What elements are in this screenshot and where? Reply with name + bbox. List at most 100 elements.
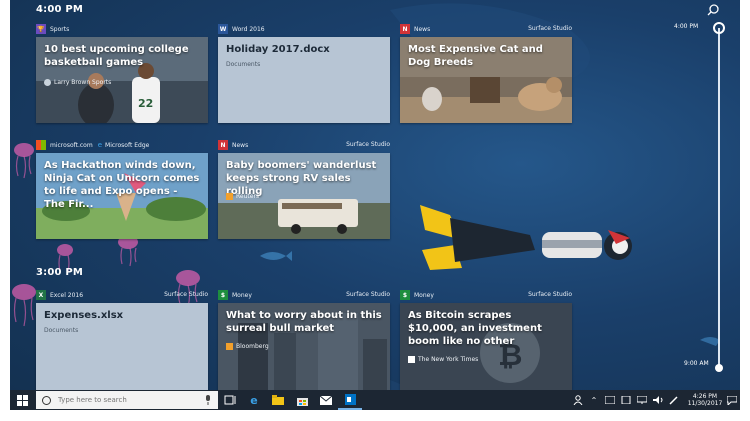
- microsoft-logo-icon: [36, 140, 46, 150]
- device-name: Surface Studio: [164, 291, 208, 298]
- edge-icon: e: [97, 141, 103, 149]
- card-title: What to worry about in this surreal bull…: [226, 310, 382, 334]
- clock-time: 4:26 PM: [692, 393, 718, 400]
- activity-card-hackathon[interactable]: As Hackathon winds down, Ninja Cat on Un…: [36, 153, 208, 239]
- app-name: Word 2016: [232, 25, 265, 33]
- task-view-icon: [224, 395, 236, 405]
- people-icon: [573, 395, 583, 405]
- card-title: As Bitcoin scrapes $10,000, an investmen…: [408, 310, 542, 347]
- taskbar-edge[interactable]: e: [242, 390, 266, 410]
- location-name: Documents: [226, 61, 261, 68]
- card-title: Most Expensive Cat and Dog Breeds: [408, 44, 543, 68]
- section-time-header-1: 4:00 PM: [36, 4, 84, 15]
- app-name: microsoft.com: [50, 141, 93, 149]
- source-logo-icon: [44, 79, 51, 86]
- card-title: Expenses.xlsx: [44, 310, 124, 321]
- section-time-header-2: 3:00 PM: [36, 267, 84, 278]
- outlook-icon: [344, 393, 356, 405]
- tray-tablet-icon: [621, 396, 631, 404]
- card-meta: $ Money Surface Studio: [400, 288, 572, 302]
- card-title: As Hackathon winds down, Ninja Cat on Un…: [44, 160, 200, 210]
- activity-card-holiday-doc[interactable]: Holiday 2017.docx Documents: [218, 37, 390, 123]
- card-meta: microsoft.com e Microsoft Edge: [36, 138, 208, 152]
- card-title: 10 best upcoming college basketball game…: [44, 44, 189, 68]
- card-source: Reuters: [226, 193, 259, 200]
- clock[interactable]: 4:26 PM 11/30/2017: [686, 393, 724, 407]
- card-location: Documents: [226, 61, 260, 68]
- source-name: The New York Times: [418, 356, 479, 363]
- app-name: Excel 2016: [50, 291, 84, 299]
- app-name: News: [232, 141, 249, 149]
- windows-logo-icon: [16, 394, 28, 406]
- card-meta: $ Money Surface Studio: [218, 288, 390, 302]
- pen-button[interactable]: [666, 390, 682, 410]
- app-name: Money: [232, 291, 252, 299]
- notification-icon: [727, 395, 737, 405]
- card-source: The New York Times: [408, 356, 478, 363]
- app-name: News: [414, 25, 431, 33]
- activity-card-cat-dog[interactable]: Most Expensive Cat and Dog Breeds: [400, 37, 572, 123]
- activity-card-basketball[interactable]: 22 10 best upcoming college basketball g…: [36, 37, 208, 123]
- browser-name: Microsoft Edge: [105, 141, 150, 149]
- money-app-icon: $: [400, 290, 410, 300]
- card-source: Bloomberg: [226, 343, 269, 350]
- device-name: Surface Studio: [346, 141, 390, 148]
- source-name: Larry Brown Sports: [54, 79, 112, 86]
- pen-icon: [669, 396, 678, 405]
- source-logo-icon: [226, 193, 233, 200]
- svg-text:22: 22: [138, 97, 153, 110]
- activity-card-bull-market[interactable]: What to worry about in this surreal bull…: [218, 303, 390, 390]
- taskbar-mail[interactable]: [314, 390, 338, 410]
- tray-app-1[interactable]: [602, 390, 618, 410]
- money-app-icon: $: [218, 290, 228, 300]
- card-meta: N News Surface Studio: [218, 138, 390, 152]
- search-input[interactable]: [58, 396, 204, 404]
- timeline-search-icon[interactable]: [706, 2, 720, 16]
- show-hidden-icons-button[interactable]: ⌃: [586, 390, 602, 410]
- source-name: Bloomberg: [236, 343, 269, 350]
- cortana-icon: [42, 395, 51, 405]
- sports-app-icon: 🏆: [36, 24, 46, 34]
- location-name: Documents: [44, 327, 79, 334]
- mail-icon: [320, 395, 332, 405]
- timeline-top-label: 4:00 PM: [674, 23, 699, 30]
- volume-button[interactable]: [650, 390, 666, 410]
- people-button[interactable]: [570, 390, 586, 410]
- device-name: Surface Studio: [528, 25, 572, 32]
- taskbar-outlook[interactable]: [338, 390, 362, 410]
- search-box[interactable]: [36, 391, 218, 409]
- card-meta: 🏆 Sports: [36, 22, 208, 36]
- app-name: Money: [414, 291, 434, 299]
- timeline-view: 4:00 PM 3:00 PM 🏆 Sports 22 10 best upco…: [10, 0, 740, 410]
- news-app-icon: N: [218, 140, 228, 150]
- source-logo-icon: [408, 356, 415, 363]
- news-app-icon: N: [400, 24, 410, 34]
- timeline-end-marker: [715, 364, 723, 372]
- card-title: Holiday 2017.docx: [226, 44, 330, 55]
- store-bag-icon: [296, 397, 308, 406]
- card-meta: X Excel 2016 Surface Studio: [36, 288, 208, 302]
- taskbar-store[interactable]: [290, 390, 314, 410]
- folder-icon: [272, 395, 284, 405]
- timeline-bottom-label: 9:00 AM: [684, 360, 709, 367]
- task-view-button[interactable]: [218, 390, 242, 410]
- taskbar-file-explorer[interactable]: [266, 390, 290, 410]
- activity-card-rv-sales[interactable]: Baby boomers' wanderlust keeps strong RV…: [218, 153, 390, 239]
- microphone-icon[interactable]: [204, 395, 212, 405]
- card-meta: N News Surface Studio: [400, 22, 572, 36]
- tray-app-2[interactable]: [618, 390, 634, 410]
- card-source: Larry Brown Sports: [44, 79, 111, 86]
- action-center-button[interactable]: [724, 390, 740, 410]
- tray-window-icon: [605, 396, 615, 404]
- device-name: Surface Studio: [346, 291, 390, 298]
- activity-card-expenses[interactable]: Expenses.xlsx Documents: [36, 303, 208, 390]
- activity-card-bitcoin[interactable]: ₿ As Bitcoin scrapes $10,000, an investm…: [400, 303, 572, 390]
- clock-date: 11/30/2017: [687, 400, 723, 407]
- word-app-icon: W: [218, 24, 228, 34]
- timeline-position-handle[interactable]: [713, 22, 725, 34]
- timeline-scrollbar[interactable]: [718, 28, 720, 370]
- network-button[interactable]: [634, 390, 650, 410]
- speaker-icon: [653, 396, 663, 404]
- start-button[interactable]: [10, 390, 34, 410]
- excel-app-icon: X: [36, 290, 46, 300]
